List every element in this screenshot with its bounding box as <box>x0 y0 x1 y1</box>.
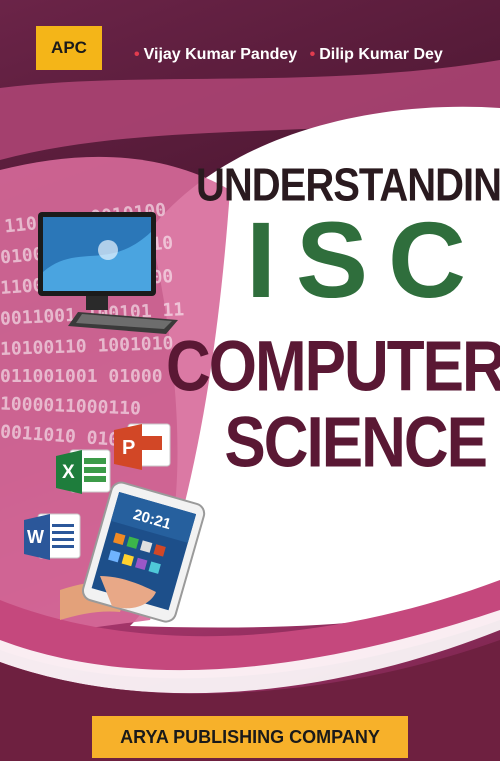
title-isc: ISC <box>245 199 486 320</box>
publisher-logo: APC <box>36 26 102 70</box>
class-label: CLASS XII <box>353 558 486 588</box>
title-science: SCIENCE <box>224 403 488 483</box>
author-2: Dilip Kumar Dey <box>319 46 443 63</box>
title-computer: COMPUTER <box>166 327 500 407</box>
powerpoint-icon: P <box>114 423 171 470</box>
monitor-icon <box>38 212 178 334</box>
svg-text:W: W <box>27 527 44 547</box>
bullet-icon: • <box>134 46 140 63</box>
tablet-icon: 20:21 <box>60 481 206 623</box>
bullet-icon: • <box>309 46 316 63</box>
svg-text:P: P <box>122 437 135 459</box>
authors-line: • Vijay Kumar Pandey • Dilip Kumar Dey <box>134 46 443 64</box>
author-1: Vijay Kumar Pandey <box>143 46 298 63</box>
publisher-name: ARYA PUBLISHING COMPANY <box>92 716 408 758</box>
binary-texture: 011001001 01000 <box>0 366 163 387</box>
book-cover: 1101001 0010100 01001010 1001010 1100010… <box>0 0 500 761</box>
